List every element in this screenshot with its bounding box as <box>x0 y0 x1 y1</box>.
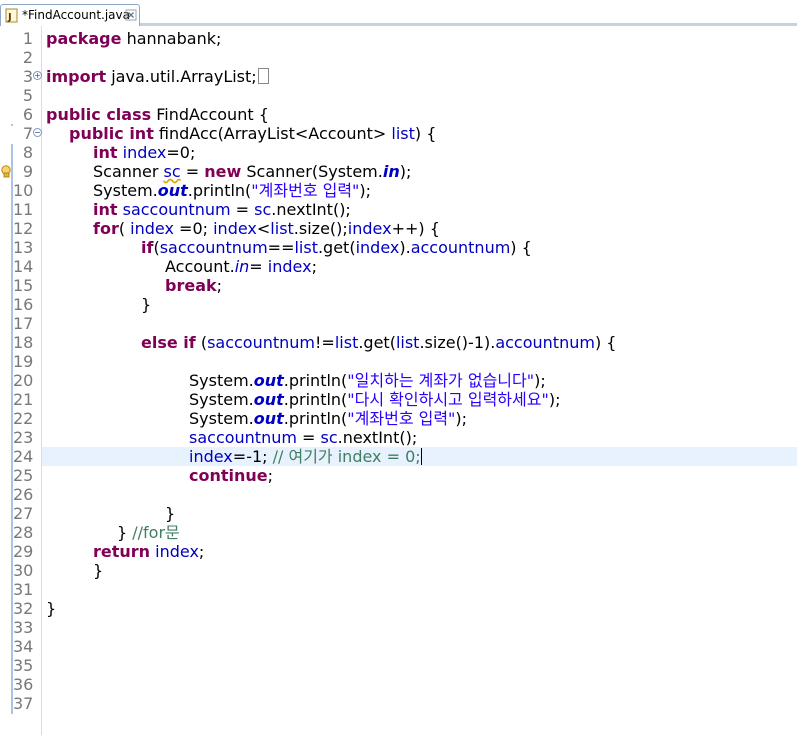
code-line[interactable]: for( index =0; index<list.size();index++… <box>42 219 797 238</box>
svg-text:J: J <box>7 12 12 23</box>
code-line[interactable]: } <box>42 561 797 580</box>
line-number: 2 <box>22 48 33 67</box>
current-code-line[interactable]: index=-1; // 여기가 index = 0; <box>42 447 797 466</box>
line-number-gutter: 1 2 3 + 5 6 7 − 8 9 10 11 12 13 14 15 16… <box>13 26 42 735</box>
line-number: 6 <box>22 105 33 124</box>
line-number: 23 <box>13 428 34 447</box>
code-line[interactable]: break; <box>42 276 797 295</box>
code-line[interactable]: int index=0; <box>42 143 797 162</box>
java-file-icon: J <box>5 8 18 23</box>
code-line[interactable]: public class FindAccount { <box>42 105 797 124</box>
line-number: 32 <box>13 599 34 618</box>
collapse-fold-icon[interactable]: − <box>33 128 42 137</box>
code-line[interactable]: else if (saccountnum!=list.get(list.size… <box>42 333 797 352</box>
code-editor[interactable]: package hannabank; import java.util.Arra… <box>42 26 797 735</box>
code-line[interactable]: saccountnum = sc.nextInt(); <box>42 428 797 447</box>
line-number: 13 <box>13 238 34 257</box>
code-line[interactable]: continue; <box>42 466 797 485</box>
line-number: 27 <box>13 504 34 523</box>
line-number: 37 <box>13 694 34 713</box>
line-number: 28 <box>13 523 34 542</box>
tab-findaccount-java[interactable]: J *FindAccount.java <box>0 4 140 26</box>
line-number: 3 <box>22 67 33 86</box>
code-line[interactable]: } <box>42 599 797 618</box>
line-number: 26 <box>13 485 34 504</box>
line-number: 31 <box>13 580 34 599</box>
tab-title: *FindAccount.java <box>22 8 130 22</box>
code-line[interactable]: return index; <box>42 542 797 561</box>
line-number: 12 <box>13 219 34 238</box>
warning-icon[interactable] <box>1 165 12 178</box>
line-number: 16 <box>13 295 34 314</box>
code-line[interactable]: public int findAcc(ArrayList<Account> li… <box>42 124 797 143</box>
line-number: 20 <box>13 371 34 390</box>
line-number: 19 <box>13 352 34 371</box>
line-number: 15 <box>13 276 34 295</box>
line-number: 10 <box>13 181 34 200</box>
line-number: 25 <box>13 466 34 485</box>
line-number: 7 <box>22 124 33 143</box>
line-number: 5 <box>22 86 33 105</box>
line-number: 33 <box>13 618 34 637</box>
editor-tab-bar: J *FindAccount.java <box>0 0 797 26</box>
code-line[interactable]: } <box>42 504 797 523</box>
annotation-ruler <box>0 26 14 735</box>
code-line[interactable]: System.out.println("다시 확인하시고 입력하세요"); <box>42 390 797 409</box>
line-number: 8 <box>22 143 33 162</box>
line-number: 22 <box>13 409 34 428</box>
folded-imports-marker[interactable] <box>257 68 269 84</box>
line-number: 34 <box>13 637 34 656</box>
line-number: 35 <box>13 656 34 675</box>
code-line[interactable]: System.out.println("계좌번호 입력"); <box>42 409 797 428</box>
code-line[interactable]: } <box>42 295 797 314</box>
line-number: 21 <box>13 390 34 409</box>
line-number: 9 <box>22 162 33 181</box>
code-line[interactable]: import java.util.ArrayList; <box>42 67 797 86</box>
line-number: 36 <box>13 675 34 694</box>
text-cursor <box>420 448 422 465</box>
code-line[interactable]: int saccountnum = sc.nextInt(); <box>42 200 797 219</box>
code-line[interactable]: System.out.println("일치하는 계좌가 없습니다"); <box>42 371 797 390</box>
expand-fold-icon[interactable]: + <box>33 71 42 80</box>
line-number: 18 <box>13 333 34 352</box>
code-line[interactable]: Scanner sc = new Scanner(System.in); <box>42 162 797 181</box>
line-number: 24 <box>13 447 34 466</box>
line-number: 1 <box>22 29 33 48</box>
code-line[interactable]: } //for문 <box>42 523 797 542</box>
line-number: 29 <box>13 542 34 561</box>
code-line[interactable]: package hannabank; <box>42 29 797 48</box>
code-line[interactable]: System.out.println("계좌번호 입력"); <box>42 181 797 200</box>
close-icon[interactable] <box>125 9 137 21</box>
line-number: 17 <box>13 314 34 333</box>
code-line[interactable]: if(saccountnum==list.get(index).accountn… <box>42 238 797 257</box>
code-line[interactable]: Account.in= index; <box>42 257 797 276</box>
line-number: 30 <box>13 561 34 580</box>
line-number: 14 <box>13 257 34 276</box>
line-number: 11 <box>13 200 34 219</box>
